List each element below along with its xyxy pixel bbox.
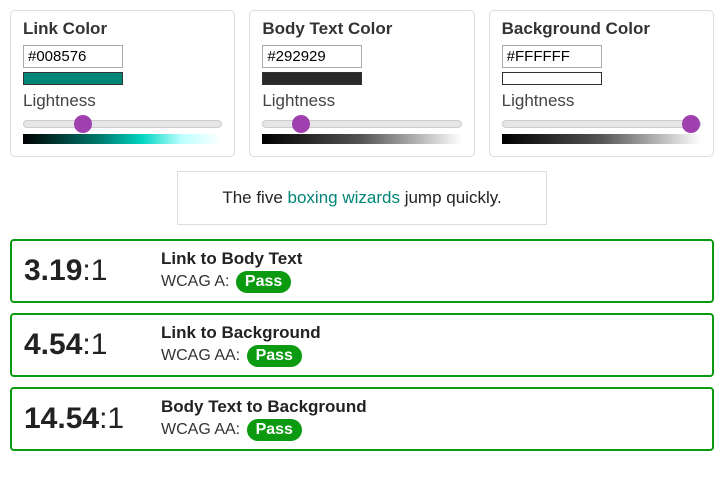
result-title: Link to Background — [161, 323, 700, 343]
panel-title: Body Text Color — [262, 19, 461, 39]
result-title: Body Text to Background — [161, 397, 700, 417]
bg-lightness-slider[interactable] — [502, 120, 701, 128]
result-body: Link to Body Text WCAG A: Pass — [161, 249, 700, 293]
result-body: Link to Background WCAG AA: Pass — [161, 323, 700, 367]
panel-body-text-color: Body Text Color Lightness — [249, 10, 474, 157]
lightness-label: Lightness — [262, 91, 461, 111]
result-link-to-background: 4.54:1 Link to Background WCAG AA: Pass — [10, 313, 714, 377]
bg-hex-input[interactable] — [502, 45, 602, 68]
pass-badge: Pass — [236, 271, 291, 293]
panel-background-color: Background Color Lightness — [489, 10, 714, 157]
color-panels: Link Color Lightness Body Text Color Lig… — [10, 10, 714, 157]
link-swatch — [23, 72, 123, 85]
link-gradient — [23, 134, 222, 144]
sample-text-pre: The five — [222, 188, 287, 207]
sample-link[interactable]: boxing wizards — [288, 188, 400, 207]
result-body: Body Text to Background WCAG AA: Pass — [161, 397, 700, 441]
lightness-label: Lightness — [23, 91, 222, 111]
panel-link-color: Link Color Lightness — [10, 10, 235, 157]
panel-title: Link Color — [23, 19, 222, 39]
body-gradient — [262, 134, 461, 144]
sample-text-box: The five boxing wizards jump quickly. — [177, 171, 546, 225]
wcag-level-label: WCAG AA: — [161, 347, 245, 364]
result-title: Link to Body Text — [161, 249, 700, 269]
wcag-level-label: WCAG AA: — [161, 421, 245, 438]
bg-gradient — [502, 134, 701, 144]
panel-title: Background Color — [502, 19, 701, 39]
body-swatch — [262, 72, 362, 85]
lightness-label: Lightness — [502, 91, 701, 111]
ratio-suffix: :1 — [82, 328, 107, 361]
ratio-value: 3.19:1 — [24, 254, 139, 288]
bg-swatch — [502, 72, 602, 85]
wcag-level-label: WCAG A: — [161, 273, 234, 290]
ratio-suffix: :1 — [99, 402, 124, 435]
body-lightness-slider[interactable] — [262, 120, 461, 128]
ratio-suffix: :1 — [82, 254, 107, 287]
wcag-line: WCAG AA: Pass — [161, 419, 700, 441]
ratio-value: 14.54:1 — [24, 402, 139, 436]
ratio-number: 14.54 — [24, 402, 99, 435]
ratio-number: 3.19 — [24, 254, 82, 287]
pass-badge: Pass — [247, 345, 302, 367]
ratio-number: 4.54 — [24, 328, 82, 361]
body-hex-input[interactable] — [262, 45, 362, 68]
sample-row: The five boxing wizards jump quickly. — [10, 171, 714, 225]
result-link-to-body: 3.19:1 Link to Body Text WCAG A: Pass — [10, 239, 714, 303]
wcag-line: WCAG A: Pass — [161, 271, 700, 293]
ratio-value: 4.54:1 — [24, 328, 139, 362]
link-hex-input[interactable] — [23, 45, 123, 68]
link-lightness-slider[interactable] — [23, 120, 222, 128]
result-body-to-background: 14.54:1 Body Text to Background WCAG AA:… — [10, 387, 714, 451]
sample-text-post: jump quickly. — [400, 188, 502, 207]
wcag-line: WCAG AA: Pass — [161, 345, 700, 367]
pass-badge: Pass — [247, 419, 302, 441]
